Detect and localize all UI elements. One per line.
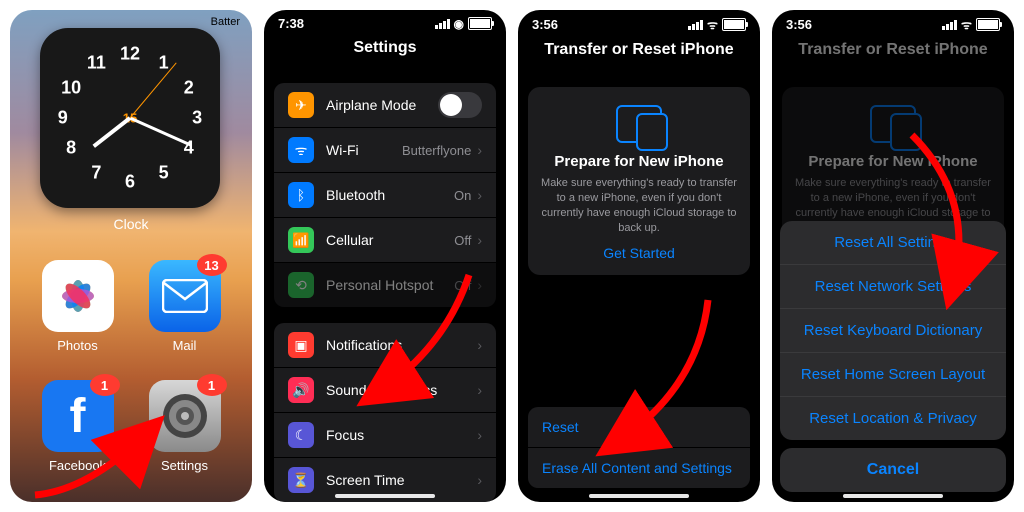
app-facebook[interactable]: f 1 Facebook: [33, 380, 123, 473]
home-indicator[interactable]: [335, 494, 435, 498]
action-sheet: Reset All Settings Reset Network Setting…: [780, 221, 1006, 492]
row-bluetooth[interactable]: ᛒBluetoothOn›: [274, 173, 496, 218]
status-bar: 3:56 ᯤ: [518, 10, 760, 35]
chevron-right-icon: ›: [477, 232, 482, 248]
hotspot-icon: ⟲: [288, 272, 314, 298]
row-focus[interactable]: ☾Focus›: [274, 413, 496, 458]
prepare-description: Make sure everything's ready to transfer…: [540, 176, 738, 235]
status-bar: 3:56 ᯤ: [772, 10, 1014, 35]
app-label: Mail: [140, 338, 230, 353]
app-photos[interactable]: Photos: [33, 260, 123, 353]
battery-icon: [722, 18, 746, 31]
transfer-reset-screen: 3:56 ᯤ Transfer or Reset iPhone Prepare …: [518, 10, 760, 502]
chevron-right-icon: ›: [477, 337, 482, 353]
status-bar: 7:38 ◉: [264, 10, 506, 33]
chevron-right-icon: ›: [477, 472, 482, 488]
iphone-transfer-icon: [870, 105, 916, 143]
row-hotspot[interactable]: ⟲Personal HotspotOff›: [274, 263, 496, 307]
wifi-icon: ◉: [454, 17, 464, 31]
chevron-right-icon: ›: [477, 277, 482, 293]
row-cellular[interactable]: 📶CellularOff›: [274, 218, 496, 263]
sheet-reset-network[interactable]: Reset Network Settings: [780, 265, 1006, 309]
row-sounds[interactable]: 🔊Sounds & Haptics›: [274, 368, 496, 413]
iphone-transfer-icon: [616, 105, 662, 143]
clock-widget[interactable]: 121 23 45 67 89 1011 15: [40, 28, 220, 208]
clock-widget-label: Clock: [10, 216, 252, 232]
bluetooth-icon: ᛒ: [288, 182, 314, 208]
status-time: 3:56: [532, 17, 558, 32]
sheet-reset-location-privacy[interactable]: Reset Location & Privacy: [780, 397, 1006, 440]
status-time: 7:38: [278, 16, 304, 31]
battery-icon: [976, 18, 1000, 31]
battery-icon: [468, 17, 492, 30]
prepare-title: Prepare for New iPhone: [794, 153, 992, 170]
signal-icon: [688, 20, 703, 30]
chevron-right-icon: ›: [477, 142, 482, 158]
signal-icon: [942, 20, 957, 30]
photos-icon: [42, 260, 114, 332]
cellular-icon: 📶: [288, 227, 314, 253]
status-battery-text: Batter: [211, 16, 240, 28]
page-title: Transfer or Reset iPhone: [772, 35, 1014, 69]
home-indicator[interactable]: [589, 494, 689, 498]
prepare-card: Prepare for New iPhone Make sure everyth…: [528, 87, 750, 275]
airplane-icon: ✈: [288, 92, 314, 118]
app-label: Facebook: [33, 458, 123, 473]
app-label: Photos: [33, 338, 123, 353]
sheet-reset-all-settings[interactable]: Reset All Settings: [780, 221, 1006, 265]
app-label: Settings: [140, 458, 230, 473]
get-started-button[interactable]: Get Started: [540, 245, 738, 261]
sheet-cancel-button[interactable]: Cancel: [780, 448, 1006, 492]
page-title: Transfer or Reset iPhone: [518, 35, 760, 69]
row-wifi[interactable]: ᯤWi-FiButterflyone›: [274, 128, 496, 173]
chevron-right-icon: ›: [477, 382, 482, 398]
clock-face: 121 23 45 67 89 1011 15: [46, 34, 214, 202]
notifications-icon: ▣: [288, 332, 314, 358]
chevron-right-icon: ›: [477, 427, 482, 443]
settings-screen: 7:38 ◉ Settings ✈Airplane Mode ᯤWi-FiBut…: [264, 10, 506, 502]
badge: 1: [197, 374, 227, 396]
app-mail[interactable]: 13 Mail: [140, 260, 230, 353]
sounds-icon: 🔊: [288, 377, 314, 403]
row-erase-all[interactable]: Erase All Content and Settings: [528, 448, 750, 488]
screentime-icon: ⏳: [288, 467, 314, 493]
reset-sheet-screen: 3:56 ᯤ Transfer or Reset iPhone Prepare …: [772, 10, 1014, 502]
sheet-reset-home-layout[interactable]: Reset Home Screen Layout: [780, 353, 1006, 397]
focus-icon: ☾: [288, 422, 314, 448]
home-screen: Batter 121 23 45 67 89 1011 15 Clock: [10, 10, 252, 502]
row-notifications[interactable]: ▣Notifications›: [274, 323, 496, 368]
airplane-toggle[interactable]: [438, 92, 482, 118]
row-airplane-mode[interactable]: ✈Airplane Mode: [274, 83, 496, 128]
page-title: Settings: [264, 33, 506, 67]
prepare-title: Prepare for New iPhone: [540, 153, 738, 170]
chevron-right-icon: ›: [477, 187, 482, 203]
settings-icon: 1: [149, 380, 221, 452]
sheet-reset-keyboard[interactable]: Reset Keyboard Dictionary: [780, 309, 1006, 353]
home-indicator[interactable]: [843, 494, 943, 498]
row-reset[interactable]: Reset: [528, 407, 750, 448]
wifi-icon: ᯤ: [288, 137, 314, 163]
facebook-icon: f 1: [42, 380, 114, 452]
badge: 1: [90, 374, 120, 396]
wifi-icon: ᯤ: [707, 16, 718, 33]
mail-icon: 13: [149, 260, 221, 332]
wifi-icon: ᯤ: [961, 16, 972, 33]
badge: 13: [197, 254, 227, 276]
status-time: 3:56: [786, 17, 812, 32]
app-settings[interactable]: 1 Settings: [140, 380, 230, 473]
signal-icon: [435, 19, 450, 29]
